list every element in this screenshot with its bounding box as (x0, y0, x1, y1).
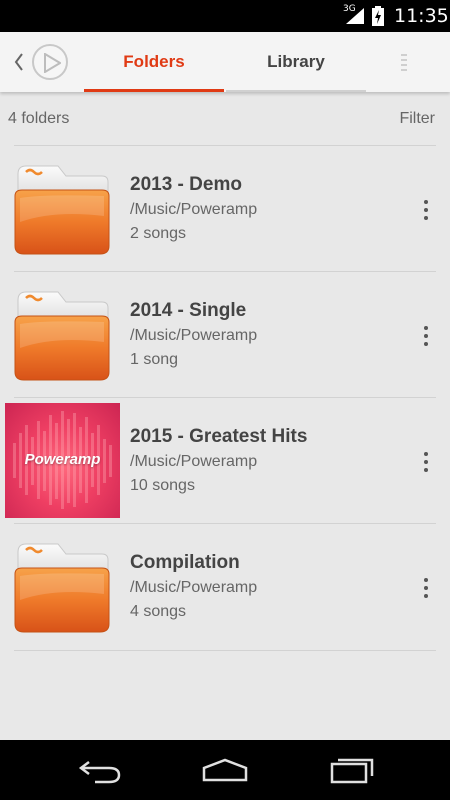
song-count: 1 song (130, 351, 179, 368)
tab-library-label: Library (267, 52, 325, 71)
more-tabs-icon[interactable] (398, 52, 418, 74)
home-icon[interactable] (200, 754, 250, 786)
overflow-menu-icon[interactable] (414, 198, 438, 222)
navigation-bar (0, 740, 450, 800)
back-icon[interactable] (75, 754, 125, 786)
tab-library[interactable]: Library (226, 32, 366, 92)
folder-path: /Music/Poweramp (130, 453, 258, 470)
clock: 11:35 (394, 5, 449, 27)
list-item[interactable]: Poweramp 2015 - Greatest Hits /Music/Pow… (0, 398, 450, 524)
folder-icon (14, 165, 110, 255)
signal-icon (346, 8, 364, 24)
list-item[interactable]: 2013 - Demo /Music/Poweramp 2 songs (0, 146, 450, 272)
chevron-left-icon[interactable] (12, 50, 26, 74)
folder-title: 2014 - Single (130, 300, 247, 321)
overflow-menu-icon[interactable] (414, 576, 438, 600)
tab-folders[interactable]: Folders (84, 32, 224, 92)
status-bar: 3G 11:35 (0, 0, 450, 32)
folder-icon (14, 543, 110, 633)
recent-apps-icon[interactable] (326, 754, 376, 786)
play-button[interactable] (32, 44, 68, 80)
folder-count: 4 folders (8, 110, 70, 127)
song-count: 10 songs (130, 477, 195, 494)
list-subheader: 4 folders Filter (0, 100, 450, 138)
list-item[interactable]: Compilation /Music/Poweramp 4 songs (0, 524, 450, 650)
folder-title: 2013 - Demo (130, 174, 242, 195)
battery-icon (372, 6, 384, 26)
album-art: Poweramp (5, 403, 120, 518)
filter-button[interactable]: Filter (399, 110, 435, 128)
folder-icon (14, 291, 110, 381)
overflow-menu-icon[interactable] (414, 324, 438, 348)
list-item[interactable]: 2014 - Single /Music/Poweramp 1 song (0, 272, 450, 398)
action-bar: Folders Library (0, 32, 450, 92)
overflow-menu-icon[interactable] (414, 450, 438, 474)
folder-title: 2015 - Greatest Hits (130, 426, 308, 447)
folder-title: Compilation (130, 552, 240, 573)
folder-path: /Music/Poweramp (130, 579, 258, 596)
song-count: 2 songs (130, 225, 187, 242)
song-count: 4 songs (130, 603, 187, 620)
folder-path: /Music/Poweramp (130, 201, 258, 218)
play-icon (44, 53, 61, 73)
album-art-label: Poweramp (24, 451, 101, 468)
divider (14, 650, 436, 651)
folder-path: /Music/Poweramp (130, 327, 258, 344)
tab-folders-label: Folders (123, 52, 185, 71)
